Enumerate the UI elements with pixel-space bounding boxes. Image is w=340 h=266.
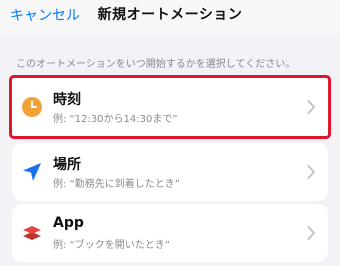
trigger-time-example: 例: “12:30から14:30まで” bbox=[53, 114, 178, 125]
trigger-app-title: App bbox=[53, 215, 84, 231]
trigger-app[interactable]: App 例: “ブックを開いたとき” bbox=[12, 204, 328, 262]
instruction-text: このオートメーションをいつ開始するかを選択してください。 bbox=[16, 59, 296, 70]
page-title: 新規オートメーション bbox=[97, 7, 243, 23]
trigger-location-title: 場所 bbox=[53, 157, 81, 173]
app-stack-icon bbox=[23, 226, 41, 240]
trigger-time-title: 時刻 bbox=[53, 92, 81, 108]
chevron-right-icon bbox=[307, 100, 315, 114]
trigger-location-example: 例: “勤務先に到着したとき” bbox=[53, 179, 180, 190]
clock-icon bbox=[22, 97, 42, 117]
trigger-time[interactable]: 時刻 例: “12:30から14:30まで” bbox=[12, 78, 328, 136]
location-arrow-icon bbox=[23, 163, 41, 181]
trigger-app-example: 例: “ブックを開いたとき” bbox=[53, 240, 170, 251]
trigger-location[interactable]: 場所 例: “勤務先に到着したとき” bbox=[12, 143, 328, 201]
chevron-right-icon bbox=[307, 165, 315, 179]
chevron-right-icon bbox=[307, 226, 315, 240]
navigation-bar: キャンセル 新規オートメーション bbox=[0, 0, 340, 34]
